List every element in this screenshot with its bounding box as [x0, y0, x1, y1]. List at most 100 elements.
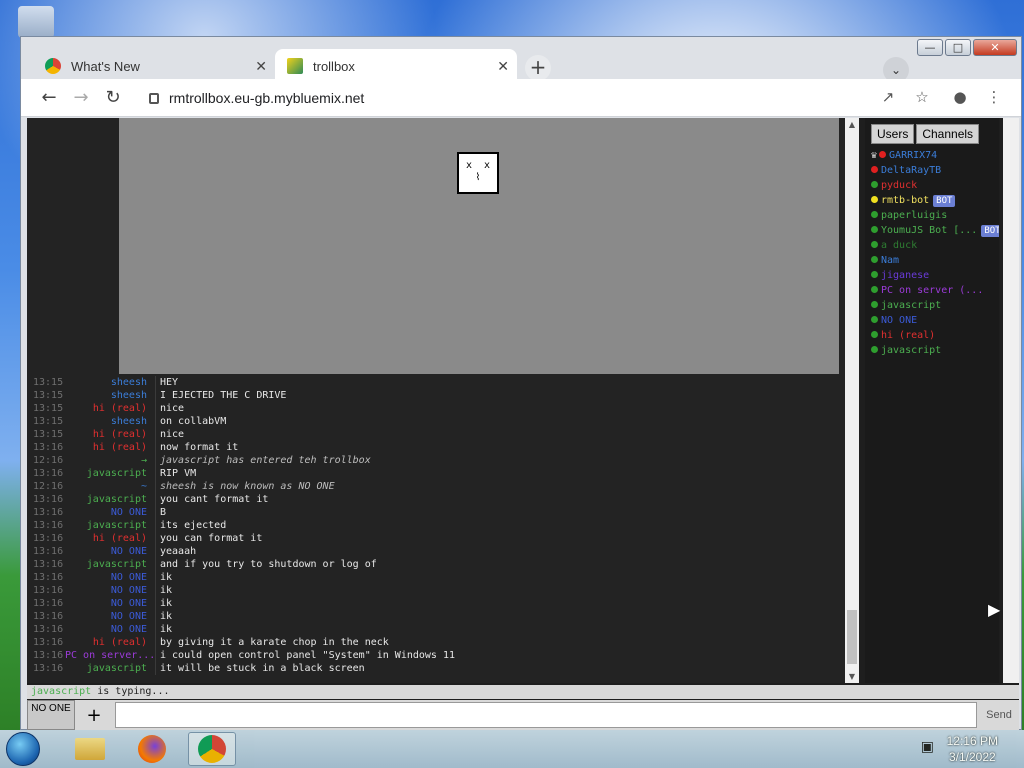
- tab-whats-new[interactable]: What's New ✕: [33, 49, 275, 83]
- user-list-item[interactable]: a duck: [865, 238, 999, 253]
- scroll-up-icon[interactable]: ▲: [845, 120, 859, 129]
- user-name: a duck: [881, 240, 918, 251]
- user-list-item[interactable]: PC on server (...: [865, 283, 999, 298]
- page-scrollbar[interactable]: [1003, 118, 1019, 683]
- share-icon[interactable]: ↗: [877, 88, 899, 106]
- message-nick[interactable]: ~: [65, 480, 155, 493]
- user-list-item[interactable]: ♛ GARRIX74: [865, 148, 999, 163]
- trollbox-favicon-icon: [287, 58, 303, 74]
- status-dot-icon: [871, 166, 878, 173]
- new-tab-button[interactable]: +: [525, 55, 551, 81]
- tab-strip: What's New ✕ trollbox ✕ + ⌄: [21, 45, 1021, 83]
- user-name: pyduck: [881, 180, 918, 191]
- chat-message: 13:16 javascript you cant format it: [27, 493, 842, 506]
- message-nick[interactable]: hi (real): [65, 428, 155, 441]
- scroll-down-icon[interactable]: ▼: [845, 672, 859, 681]
- user-list-item[interactable]: jiganese: [865, 268, 999, 283]
- tab-channels[interactable]: Channels: [916, 124, 980, 144]
- user-list-item[interactable]: Nam: [865, 253, 999, 268]
- scroll-thumb[interactable]: [847, 610, 857, 664]
- message-input[interactable]: [115, 702, 977, 728]
- tab-title: What's New: [71, 58, 140, 74]
- typing-indicator: javascript is typing...: [27, 685, 1019, 699]
- reload-icon[interactable]: ↻: [101, 87, 125, 108]
- profile-icon[interactable]: ●: [949, 88, 971, 106]
- message-nick[interactable]: javascript: [65, 662, 155, 675]
- chat-message: 12:16 → javascript has entered teh trollbo…: [27, 454, 842, 467]
- chat-message: 13:16 NO ONE ik: [27, 623, 842, 636]
- message-nick[interactable]: NO ONE: [65, 597, 155, 610]
- status-dot-icon: [871, 196, 878, 203]
- status-dot-icon: [871, 211, 878, 218]
- close-tab-icon[interactable]: ✕: [255, 58, 267, 75]
- vm-screen[interactable]: x x ⌇: [119, 118, 839, 374]
- close-tab-icon[interactable]: ✕: [497, 58, 509, 75]
- user-list: ♛ GARRIX74 DeltaRayTB pyduck rmtb-bot BOT pape…: [865, 148, 999, 358]
- message-nick[interactable]: NO ONE: [65, 545, 155, 558]
- sad-computer-icon: x x ⌇: [457, 152, 499, 194]
- bookmark-star-icon[interactable]: ☆: [911, 88, 933, 106]
- message-time: 13:16: [33, 442, 64, 453]
- bot-badge: BOT: [933, 195, 956, 207]
- message-nick[interactable]: PC on server...: [65, 649, 155, 662]
- user-list-item[interactable]: pyduck: [865, 178, 999, 193]
- message-nick[interactable]: javascript: [65, 467, 155, 480]
- network-icon[interactable]: ▣: [921, 739, 934, 755]
- message-text: ik: [155, 571, 172, 584]
- menu-kebab-icon[interactable]: ⋮: [983, 88, 1005, 106]
- chrome-taskbar-icon[interactable]: [188, 732, 236, 766]
- address-bar[interactable]: rmtrollbox.eu-gb.mybluemix.net: [149, 85, 869, 111]
- message-nick[interactable]: javascript: [65, 519, 155, 532]
- start-button[interactable]: [6, 732, 40, 766]
- send-button[interactable]: Send: [981, 702, 1017, 728]
- user-list-item[interactable]: javascript: [865, 298, 999, 313]
- message-time: 13:16: [33, 494, 64, 505]
- message-text: I EJECTED THE C DRIVE: [155, 389, 286, 402]
- user-list-item[interactable]: javascript: [865, 343, 999, 358]
- typing-label: is typing...: [97, 686, 170, 697]
- message-nick[interactable]: →: [65, 454, 155, 467]
- user-list-item[interactable]: paperluigis: [865, 208, 999, 223]
- message-nick[interactable]: sheesh: [65, 376, 155, 389]
- message-time: 13:15: [33, 403, 64, 414]
- message-nick[interactable]: NO ONE: [65, 610, 155, 623]
- message-nick[interactable]: NO ONE: [65, 623, 155, 636]
- user-list-item[interactable]: NO ONE: [865, 313, 999, 328]
- message-nick[interactable]: hi (real): [65, 636, 155, 649]
- message-nick[interactable]: hi (real): [65, 402, 155, 415]
- tab-users[interactable]: Users: [871, 124, 915, 144]
- message-text: by giving it a karate chop in the neck: [155, 636, 389, 649]
- message-nick[interactable]: sheesh: [65, 389, 155, 402]
- user-list-item[interactable]: hi (real): [865, 328, 999, 343]
- message-nick[interactable]: NO ONE: [65, 584, 155, 597]
- message-nick[interactable]: sheesh: [65, 415, 155, 428]
- chat-scrollbar[interactable]: ▲ ▼: [845, 118, 859, 683]
- message-time: 13:16: [33, 507, 64, 518]
- user-name: DeltaRayTB: [881, 165, 942, 176]
- user-list-item[interactable]: DeltaRayTB: [865, 163, 999, 178]
- plus-button[interactable]: +: [79, 704, 109, 728]
- message-nick[interactable]: hi (real): [65, 532, 155, 545]
- message-nick[interactable]: javascript: [65, 558, 155, 571]
- user-list-item[interactable]: YoumuJS Bot [... BOT: [865, 223, 999, 238]
- user-list-item[interactable]: rmtb-bot BOT: [865, 193, 999, 208]
- back-icon[interactable]: ←: [37, 87, 61, 108]
- firefox-icon[interactable]: [128, 732, 176, 766]
- message-nick[interactable]: NO ONE: [65, 571, 155, 584]
- clock[interactable]: 12:16 PM 3/1/2022: [947, 733, 998, 765]
- forward-icon[interactable]: →: [69, 87, 93, 108]
- user-name: paperluigis: [881, 210, 948, 221]
- file-explorer-icon[interactable]: [66, 732, 114, 766]
- browser-toolbar: ← → ↻ rmtrollbox.eu-gb.mybluemix.net ↗ ☆…: [21, 79, 1021, 117]
- nickname-button[interactable]: NO ONE: [27, 700, 75, 730]
- message-nick[interactable]: hi (real): [65, 441, 155, 454]
- message-time: 13:16: [33, 546, 64, 557]
- message-text: now format it: [155, 441, 238, 454]
- chat-message: 13:16 javascript and if you try to shutdow…: [27, 558, 842, 571]
- message-text: you cant format it: [155, 493, 268, 506]
- tab-trollbox[interactable]: trollbox ✕: [275, 49, 517, 83]
- message-nick[interactable]: javascript: [65, 493, 155, 506]
- user-name: javascript: [881, 345, 942, 356]
- recycle-bin-icon[interactable]: [18, 6, 54, 38]
- message-nick[interactable]: NO ONE: [65, 506, 155, 519]
